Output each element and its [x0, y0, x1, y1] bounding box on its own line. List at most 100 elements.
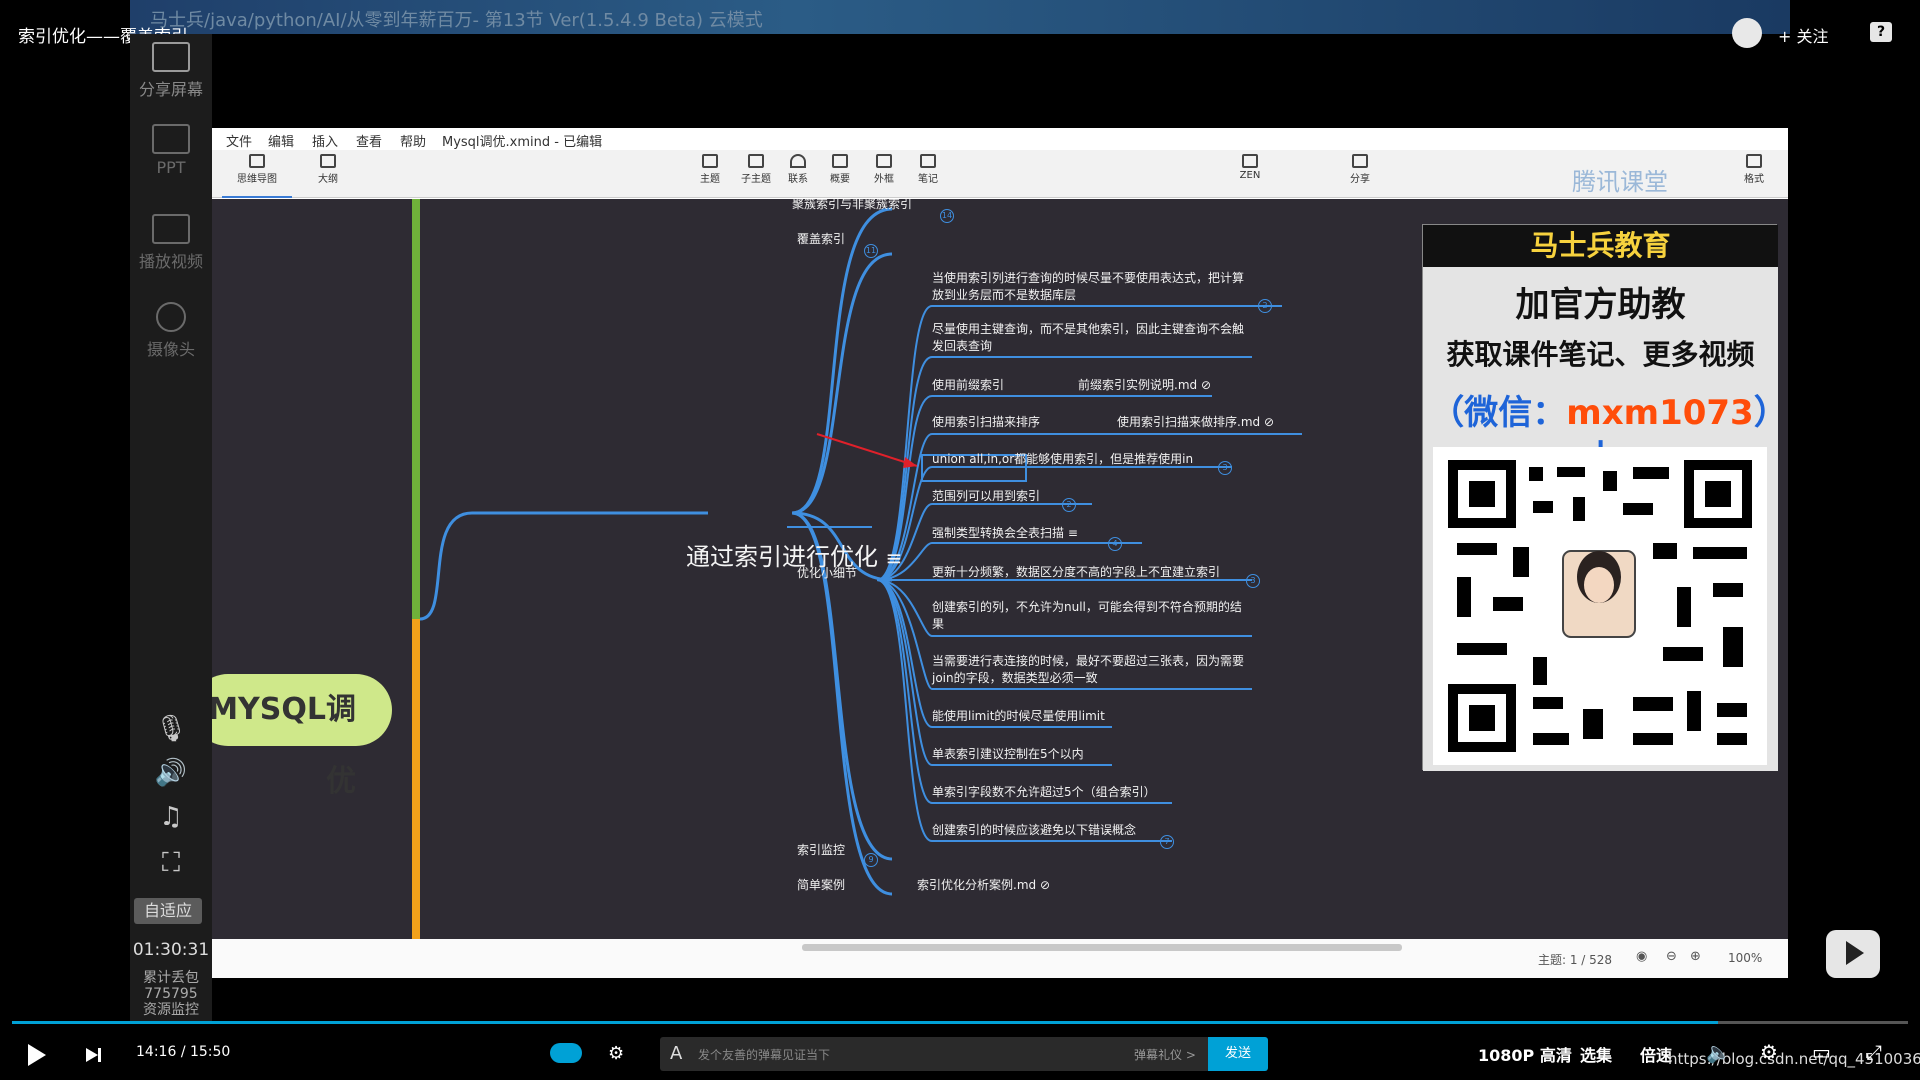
subtopic-button[interactable]: 子主题: [734, 154, 778, 185]
play-video-button[interactable]: 播放视频: [130, 214, 212, 272]
share-panel: 分享屏幕 PPT 播放视频 摄像头 🎙 🔊 ♫ ⛶: [130, 34, 212, 1024]
play-button[interactable]: [28, 1044, 46, 1066]
danmaku-toggle[interactable]: [550, 1043, 582, 1063]
menu-edit[interactable]: 编辑: [268, 131, 294, 150]
summary-label: 概要: [830, 174, 850, 185]
detail-node[interactable]: union all,in,or都能够使用索引，但是推荐使用in: [932, 450, 1193, 467]
eye-icon[interactable]: ◉: [1636, 949, 1647, 964]
promo-panel: 马士兵教育 加官方助教 获取课件笔记、更多视频 （微信：mxm1073）↓: [1422, 224, 1778, 771]
detail-count-badge[interactable]: 3: [1246, 574, 1260, 588]
branch-covering-index[interactable]: 覆盖索引: [797, 230, 845, 247]
boundary-button[interactable]: 外框: [862, 154, 906, 185]
format-button[interactable]: 格式: [1732, 154, 1776, 185]
document-title: Mysql调优.xmind - 已编辑: [442, 135, 603, 150]
menu-insert[interactable]: 插入: [312, 131, 338, 150]
detail-node[interactable]: 创建索引的列，不允许为null，可能会得到不符合预期的结果: [932, 599, 1252, 633]
detail-node[interactable]: 范围列可以用到索引: [932, 487, 1040, 504]
detail-node[interactable]: 创建索引的时候应该避免以下错误概念: [932, 821, 1136, 838]
zoom-in-icon[interactable]: ⊕: [1690, 949, 1701, 964]
pip-icon[interactable]: ▭: [1812, 1040, 1831, 1064]
volume-icon[interactable]: 🔈: [1706, 1040, 1731, 1064]
menu-view[interactable]: 查看: [356, 131, 382, 150]
detail-node[interactable]: 单索引字段数不允许超过5个（组合索引）: [932, 783, 1156, 800]
current-time: 14:16: [136, 1044, 177, 1060]
danmaku-input-box[interactable]: A 发个友善的弹幕见证当下 弹幕礼仪 >: [660, 1037, 1210, 1071]
detail-count-badge[interactable]: 2: [1258, 299, 1272, 313]
root-topic[interactable]: MYSQL调优: [212, 674, 392, 799]
relationship-button[interactable]: 联系: [776, 154, 820, 185]
adapt-button[interactable]: 自适应: [134, 898, 202, 924]
detail-node[interactable]: 当需要进行表连接的时候，最好不要超过三张表，因为需要join的字段，数据类型必须…: [932, 653, 1252, 687]
stats-line: 累计丢包: [143, 970, 199, 986]
detail-node[interactable]: 尽量使用主键查询，而不是其他索引，因此主键查询不会触发回表查询: [932, 321, 1252, 355]
detail-node[interactable]: 单表索引建议控制在5个以内: [932, 745, 1084, 762]
play-video-label: 播放视频: [138, 252, 203, 271]
danmaku-settings-icon[interactable]: ⚙: [608, 1043, 624, 1064]
camera-button[interactable]: 摄像头: [130, 302, 212, 360]
next-button[interactable]: [84, 1046, 104, 1068]
menu-help[interactable]: 帮助: [400, 131, 426, 150]
bilibili-play-icon: [1846, 941, 1864, 965]
detail-count-badge[interactable]: 7: [1160, 835, 1174, 849]
follow-button[interactable]: + 关注: [1778, 23, 1829, 47]
branch-count-badge[interactable]: 11: [864, 244, 878, 258]
case-attachment[interactable]: 索引优化分析案例.md ⊘: [917, 876, 1050, 893]
branch-count-badge[interactable]: 9: [864, 853, 878, 867]
follow-label: 关注: [1796, 27, 1829, 46]
zen-button[interactable]: ZEN: [1228, 154, 1272, 181]
branch-clustered-index[interactable]: 聚簇索引与非聚簇索引: [792, 199, 912, 212]
quality-selector[interactable]: 1080P 高清: [1478, 1042, 1572, 1066]
menu-file[interactable]: 文件: [226, 131, 252, 150]
format-icon: [1746, 154, 1762, 168]
share-screen-button[interactable]: 分享屏幕: [130, 42, 212, 100]
detail-count-badge[interactable]: 3: [1218, 461, 1232, 475]
prefix-attachment[interactable]: 前缀索引实例说明.md ⊘: [1078, 376, 1211, 393]
branch-optimization-details[interactable]: 优化小细节: [797, 564, 857, 581]
help-icon[interactable]: ?: [1870, 22, 1892, 42]
danmaku-etiquette-link[interactable]: 弹幕礼仪 >: [1134, 1046, 1196, 1063]
case-attachment-label: 索引优化分析案例.md: [917, 878, 1037, 892]
mic-muted-icon[interactable]: 🎙: [130, 714, 212, 744]
detail-count-badge[interactable]: 2: [1062, 498, 1076, 512]
zoom-out-icon[interactable]: ⊖: [1666, 949, 1677, 964]
boundary-icon: [876, 154, 892, 168]
share-button[interactable]: 分享: [1338, 154, 1382, 185]
ppt-button[interactable]: PPT: [130, 124, 212, 177]
speaker-icon[interactable]: 🔊: [130, 758, 212, 788]
topic-button[interactable]: 主题: [688, 154, 732, 185]
detail-node[interactable]: 使用前缀索引: [932, 376, 1004, 393]
notes-button[interactable]: 笔记: [906, 154, 950, 185]
horizontal-scrollbar[interactable]: [802, 944, 1402, 951]
branch-simple-case[interactable]: 简单案例: [797, 876, 845, 893]
branch-index-monitoring[interactable]: 索引监控: [797, 841, 845, 858]
send-button[interactable]: 发送: [1208, 1037, 1268, 1071]
total-time: 15:50: [189, 1044, 231, 1060]
danmaku-input[interactable]: 发个友善的弹幕见证当下: [698, 1046, 830, 1063]
settings-icon[interactable]: ⚙: [1760, 1040, 1778, 1064]
branch-count-badge[interactable]: 14: [940, 209, 954, 223]
detail-node-selected[interactable]: 使用索引扫描来排序: [932, 413, 1040, 430]
music-icon[interactable]: ♫: [130, 802, 212, 832]
tencent-classroom-watermark: 腾讯课堂: [1572, 168, 1668, 196]
detail-node[interactable]: 强制类型转换会全表扫描 ≡: [932, 524, 1078, 541]
detail-node[interactable]: 当使用索引列进行查询的时候尽量不要使用表达式，把计算放到业务层而不是数据库层: [932, 270, 1252, 304]
summary-button[interactable]: 概要: [818, 154, 862, 185]
camera-icon: [156, 302, 186, 332]
avatar[interactable]: [1732, 18, 1762, 48]
sort-attachment[interactable]: 使用索引扫描来做排序.md ⊘: [1117, 413, 1274, 430]
green-spine: [412, 199, 420, 619]
attachment-icon: ⊘: [1039, 878, 1051, 892]
fullscreen-icon[interactable]: ⛶: [130, 848, 212, 879]
zoom-level[interactable]: 100%: [1728, 951, 1762, 965]
tab-mindmap[interactable]: 思维导图: [222, 154, 292, 198]
main-topic[interactable]: 通过索引进行优化 ≡: [686, 537, 902, 572]
widescreen-icon[interactable]: ⤢: [1866, 1040, 1882, 1064]
episode-selector[interactable]: 选集: [1580, 1042, 1612, 1066]
danmaku-style-icon[interactable]: A: [670, 1043, 682, 1064]
topic-icon: [702, 154, 718, 168]
detail-count-badge[interactable]: 4: [1108, 537, 1122, 551]
detail-node[interactable]: 能使用limit的时候尽量使用limit: [932, 707, 1105, 724]
detail-node[interactable]: 更新十分频繁，数据区分度不高的字段上不宜建立索引: [932, 563, 1220, 580]
tab-outline[interactable]: 大纲: [306, 154, 350, 185]
notes-icon: ≡: [1067, 526, 1078, 540]
